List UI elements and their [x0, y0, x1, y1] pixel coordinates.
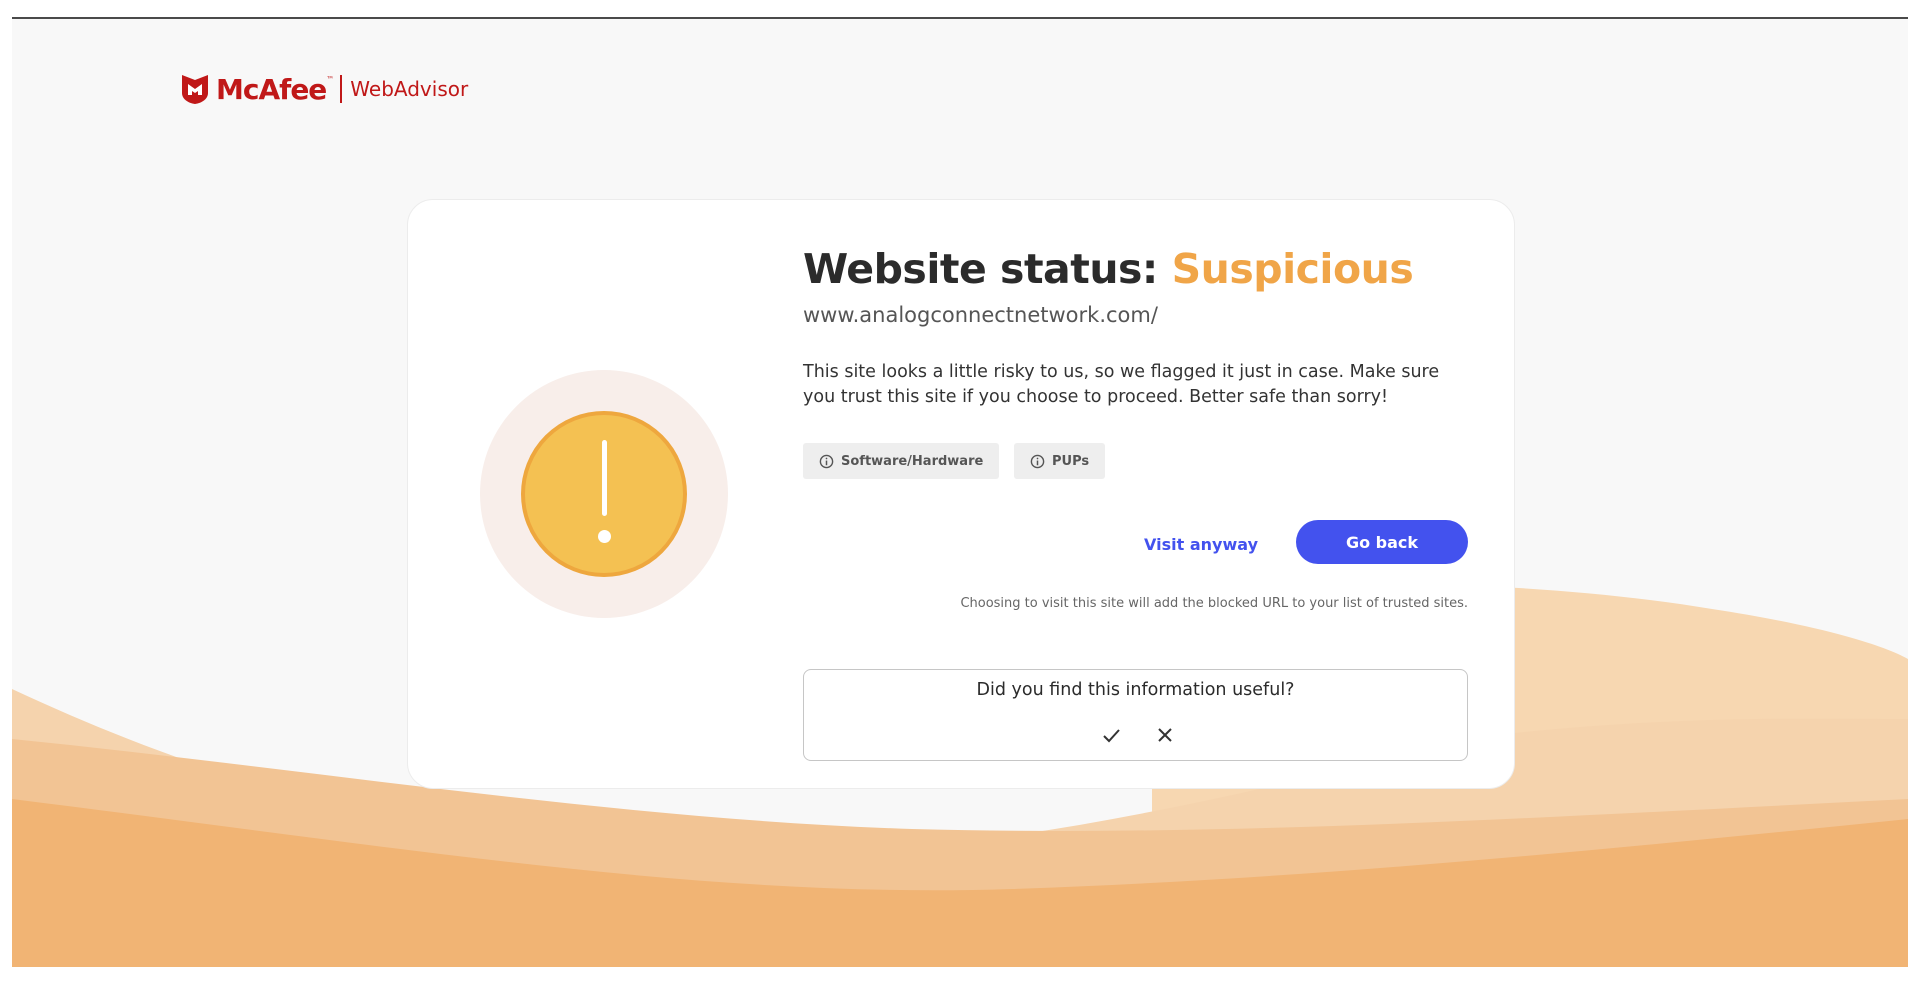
info-icon: [1030, 454, 1045, 468]
category-tag-software-hardware: Software/Hardware: [803, 443, 1000, 479]
exclamation-bar: [602, 440, 607, 516]
feedback-question: Did you find this information useful?: [976, 680, 1295, 700]
tag-label: PUPs: [1052, 453, 1090, 469]
risk-description: This site looks a little risky to us, so…: [803, 362, 1440, 407]
title-prefix: Website status:: [803, 245, 1158, 293]
info-icon: [819, 454, 834, 468]
checkmark-icon[interactable]: [1098, 722, 1124, 748]
logo-brand-text: McAfee: [216, 72, 327, 106]
card-content: Website status: Suspicious www.analogcon…: [803, 200, 1468, 790]
page-title: Website status: Suspicious: [803, 245, 1414, 293]
logo-product-text: WebAdvisor: [350, 77, 469, 101]
close-icon[interactable]: [1152, 722, 1178, 748]
feedback-box: Did you find this information useful?: [803, 669, 1468, 761]
exclamation-dot: [598, 530, 611, 543]
site-url: www.analogconnectnetwork.com/: [803, 303, 1158, 327]
logo-separator: [340, 75, 343, 103]
visit-anyway-link[interactable]: Visit anyway: [1144, 535, 1258, 554]
page-background: McAfee ™ WebAdvisor Website status: Susp…: [12, 19, 1908, 967]
warning-card: Website status: Suspicious www.analogcon…: [407, 199, 1515, 789]
mcafee-webadvisor-logo: McAfee ™ WebAdvisor: [180, 69, 468, 109]
category-tag-pups: PUPs: [1014, 443, 1106, 479]
mcafee-shield-icon: [182, 75, 208, 104]
logo-trademark: ™: [326, 75, 335, 84]
status-badge: Suspicious: [1171, 245, 1414, 293]
trusted-sites-notice: Choosing to visit this site will add the…: [960, 596, 1468, 611]
go-back-button[interactable]: Go back: [1296, 520, 1468, 564]
tag-label: Software/Hardware: [841, 453, 984, 469]
